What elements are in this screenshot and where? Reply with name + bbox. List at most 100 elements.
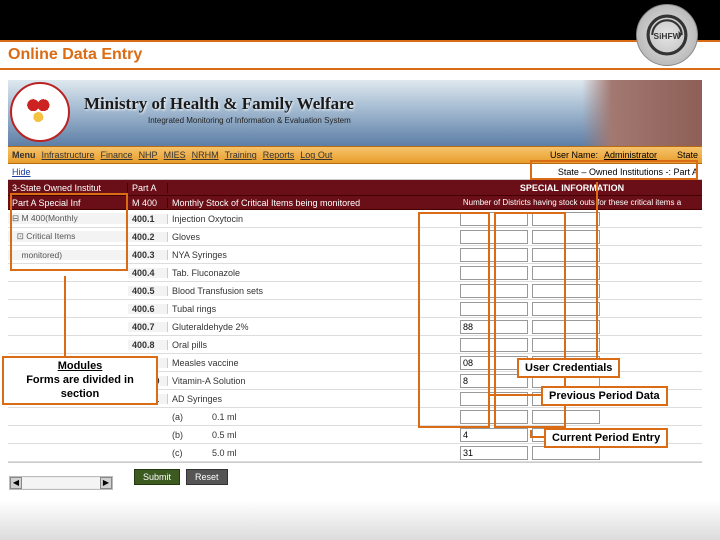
prev-input[interactable] — [460, 410, 528, 424]
tree-cell: ⊡ Critical Items — [8, 231, 128, 242]
row-desc: NYA Syringes — [168, 250, 458, 260]
tree-child2: monitored) — [12, 250, 62, 260]
row-desc: Gluteraldehyde 2% — [168, 322, 458, 332]
special-info-sub: Number of Districts having stock outs fo… — [442, 198, 702, 207]
line-modules — [64, 276, 66, 356]
slide-black-bar — [0, 0, 720, 40]
ministry-subtitle: Integrated Monitoring of Information & E… — [148, 116, 351, 125]
scroll-left-icon[interactable]: ◀ — [10, 477, 22, 489]
reset-button[interactable]: Reset — [186, 469, 228, 485]
row-code: 400.7 — [128, 322, 168, 332]
curr-input[interactable] — [532, 284, 600, 298]
user-name: Administrator — [604, 150, 657, 160]
curr-input[interactable] — [532, 338, 600, 352]
hide-link[interactable]: Hide — [12, 167, 31, 177]
footer-gradient — [0, 500, 720, 540]
menu-nrhm[interactable]: NRHM — [192, 150, 219, 160]
row-code: 400.4 — [128, 268, 168, 278]
prev-input[interactable] — [460, 266, 528, 280]
line-prev — [488, 394, 542, 396]
m400-desc: Monthly Stock of Critical Items being mo… — [168, 198, 442, 208]
ministry-title: Ministry of Health & Family Welfare — [84, 94, 354, 114]
prev-input[interactable] — [460, 446, 528, 460]
state-label: State — [677, 150, 698, 160]
submit-button[interactable]: Submit — [134, 469, 180, 485]
callout-current-period: Current Period Entry — [544, 428, 668, 448]
row-desc: AD Syringes — [168, 394, 458, 404]
row-code: 400.6 — [128, 304, 168, 314]
prev-input[interactable] — [460, 212, 528, 226]
table-subrow: (a)0.1 ml — [8, 408, 702, 426]
tree-section2: Part A Special Inf — [8, 198, 128, 208]
prev-input[interactable] — [460, 338, 528, 352]
menu-infrastructure[interactable]: Infrastructure — [42, 150, 95, 160]
row-desc: Vitamin-A Solution — [168, 376, 458, 386]
callout-previous-period: Previous Period Data — [541, 386, 668, 406]
tree-cell: ⊟ M 400(Monthly — [8, 213, 128, 224]
special-info-title: SPECIAL INFORMATION — [446, 183, 698, 193]
subrow-desc: 0.1 ml — [208, 412, 458, 422]
subrow-desc: 5.0 ml — [208, 448, 458, 458]
prev-input[interactable] — [460, 248, 528, 262]
menu-nhp[interactable]: NHP — [139, 150, 158, 160]
tree-child[interactable]: ⊡ Critical Items — [12, 231, 75, 241]
menu-finance[interactable]: Finance — [101, 150, 133, 160]
tree-section: 3-State Owned Institut — [8, 183, 128, 193]
prev-input[interactable] — [460, 230, 528, 244]
special-info: SPECIAL INFORMATION — [442, 183, 702, 193]
row-desc: Gloves — [168, 232, 458, 242]
menu-reports[interactable]: Reports — [263, 150, 295, 160]
tree-root[interactable]: ⊟ M 400(Monthly — [12, 213, 78, 223]
callout-modules-sub: Forms are divided in section — [10, 374, 150, 402]
callout-modules-title: Modules — [10, 360, 150, 374]
curr-input[interactable] — [532, 266, 600, 280]
callout-user-credentials: User Credentials — [517, 358, 620, 378]
line-curr-a — [530, 436, 544, 438]
line-curr-b — [530, 430, 532, 438]
sub-strip: Hide State – Owned Institutions -: Part … — [8, 164, 702, 180]
part-a-code: Part A — [128, 183, 168, 193]
slide-title: Online Data Entry — [8, 46, 712, 64]
nrhm-badge-icon — [10, 82, 70, 142]
sihfw-logo: SiHFW — [636, 4, 698, 66]
row-code: 400.5 — [128, 286, 168, 296]
curr-input[interactable] — [532, 302, 600, 316]
menu-label: Menu — [12, 150, 36, 160]
tree-cell: monitored) — [8, 250, 128, 260]
row-desc: Blood Transfusion sets — [168, 286, 458, 296]
menu-training[interactable]: Training — [225, 150, 257, 160]
prev-input[interactable] — [460, 320, 528, 334]
curr-input[interactable] — [532, 320, 600, 334]
curr-input[interactable] — [532, 212, 600, 226]
app-banner: Ministry of Health & Family Welfare Inte… — [8, 80, 702, 146]
slide-title-strip: Online Data Entry — [0, 40, 720, 70]
svg-text:SiHFW: SiHFW — [654, 31, 681, 41]
scroll-right-icon[interactable]: ▶ — [100, 477, 112, 489]
row-desc: Injection Oxytocin — [168, 214, 458, 224]
row-code: 400.1 — [128, 214, 168, 224]
row-desc: Measles vaccine — [168, 358, 458, 368]
curr-input[interactable] — [532, 248, 600, 262]
row-code: 400.3 — [128, 250, 168, 260]
prev-input[interactable] — [460, 302, 528, 316]
prev-input[interactable] — [460, 284, 528, 298]
tree-scroll[interactable]: ◀ ▶ — [9, 476, 113, 490]
m400-code: M 400 — [128, 198, 168, 208]
menu-mies[interactable]: MIES — [164, 150, 186, 160]
prev-input[interactable] — [460, 428, 528, 442]
menu-logout[interactable]: Log Out — [300, 150, 332, 160]
callout-modules: Modules Forms are divided in section — [2, 356, 158, 405]
line-user-cred — [596, 182, 598, 358]
row-code: 400.8 — [128, 340, 168, 350]
banner-photo — [582, 80, 702, 146]
user-label: User Name: — [550, 150, 598, 160]
subrow-desc: 0.5 ml — [208, 430, 458, 440]
curr-input[interactable] — [532, 230, 600, 244]
curr-input[interactable] — [532, 410, 600, 424]
row-desc: Oral pills — [168, 340, 458, 350]
row-desc: Tubal rings — [168, 304, 458, 314]
row-code: 400.2 — [128, 232, 168, 242]
row-desc: Tab. Fluconazole — [168, 268, 458, 278]
main-menu: Menu Infrastructure Finance NHP MIES NRH… — [8, 146, 702, 164]
breadcrumb: State – Owned Institutions -: Part A — [558, 167, 698, 177]
